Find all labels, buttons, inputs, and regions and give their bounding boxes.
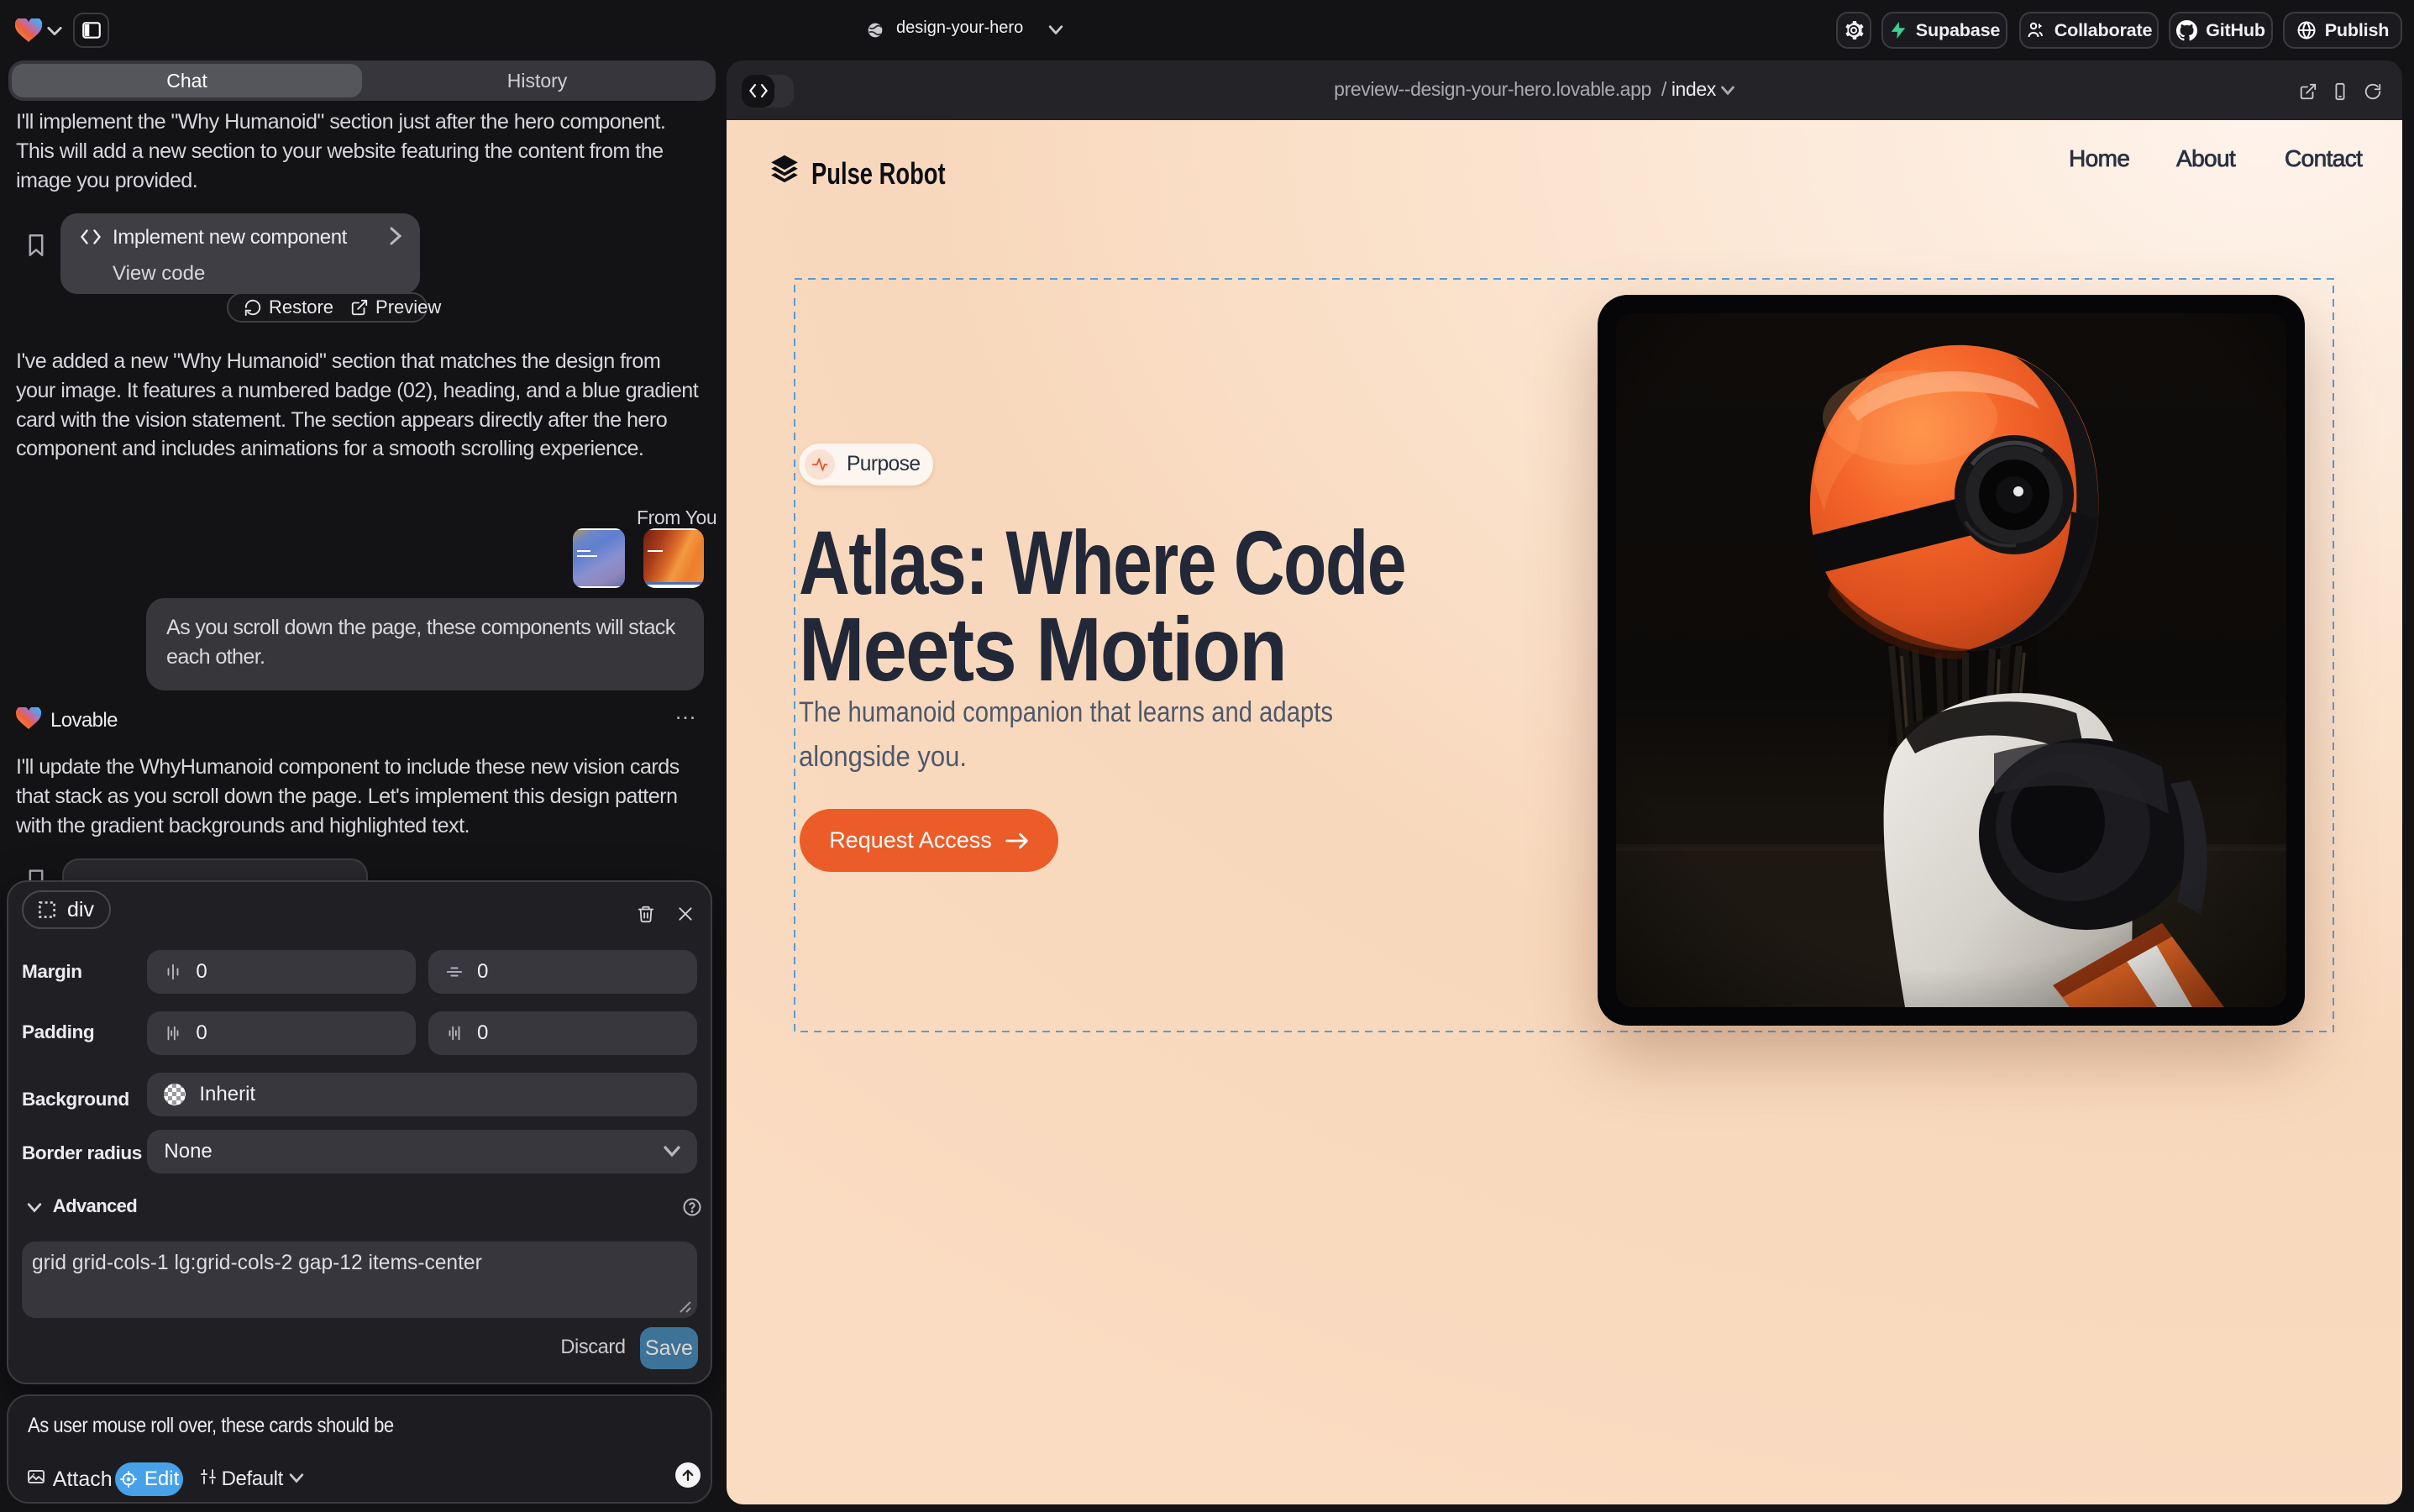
svg-text:The humanoid companion that le: The humanoid companion that learns and a…	[799, 696, 1333, 728]
svg-text:Meets Motion: Meets Motion	[799, 598, 1286, 700]
svg-text:alongside you.: alongside you.	[799, 741, 967, 773]
